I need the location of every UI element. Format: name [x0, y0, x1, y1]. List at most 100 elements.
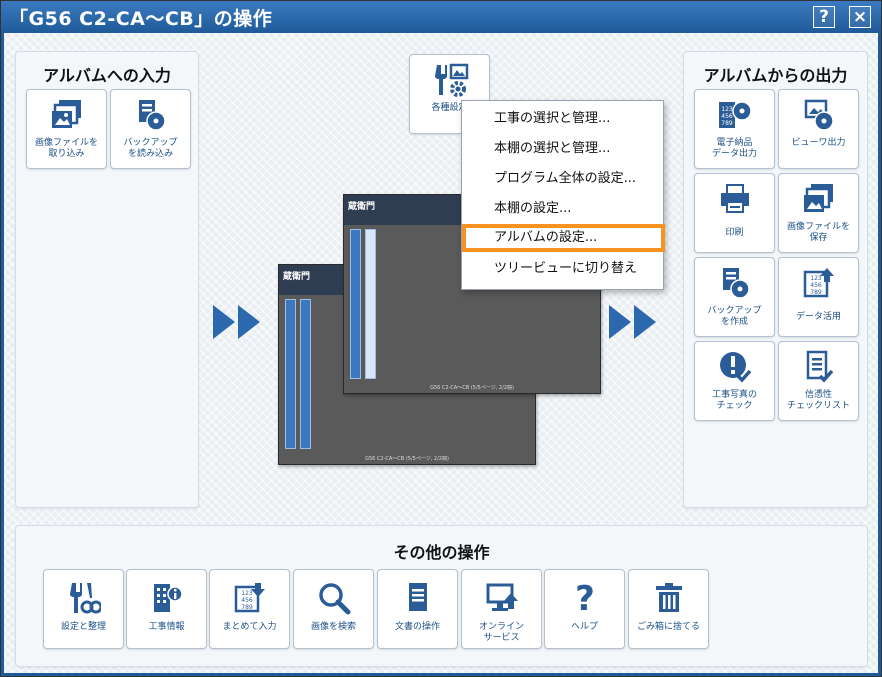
settings-organize-label: 設定と整理 — [60, 622, 106, 632]
album-output-panel: アルバムからの出力 123 456 789 電子納品 データ出力 ビューワ出力 印刷 — [683, 51, 868, 508]
arrow-right-icon — [238, 305, 260, 339]
other-operations-panel: その他の操作 設定と整理 工事情報 123 456 789 まとめて入力 画像を… — [15, 525, 868, 667]
preview-books — [350, 229, 376, 379]
window-title: 「G56 C2-CA～CB」の操作 — [9, 8, 273, 30]
checklist-button[interactable]: 信憑性 チェックリスト — [778, 341, 859, 421]
checklist-label: 信憑性 チェックリスト — [786, 390, 850, 411]
close-button[interactable]: × — [849, 6, 871, 28]
svg-text:789: 789 — [810, 289, 822, 296]
title-bar: 「G56 C2-CA～CB」の操作 ? × — [1, 1, 881, 33]
trash-label: ごみ箱に捨てる — [636, 622, 700, 632]
help-tile-label: ヘルプ — [570, 622, 598, 632]
svg-text:456: 456 — [241, 597, 253, 604]
client-area: アルバムへの入力 画像ファイルを 取り込み バックアップ を読み込み 各種設定 — [4, 33, 878, 673]
output-flow-arrow — [609, 305, 656, 339]
data-use-button[interactable]: 123 456 789 データ活用 — [778, 257, 859, 337]
photo-check-button[interactable]: 工事写真の チェック — [694, 341, 775, 421]
online-service-label: オンライン サービス — [478, 622, 524, 643]
image-search-label: 画像を検索 — [310, 622, 356, 632]
arrow-right-icon — [213, 305, 235, 339]
settings-context-menu: 工事の選択と管理... 本棚の選択と管理... プログラム全体の設定... 本棚… — [461, 100, 665, 290]
menu-item-construction-management[interactable]: 工事の選択と管理... — [462, 105, 663, 133]
menu-item-album-settings[interactable]: アルバムの設定... — [462, 224, 665, 252]
image-import-icon — [27, 96, 106, 134]
backup-restore-icon — [111, 96, 190, 134]
album-spine — [350, 229, 361, 379]
print-label: 印刷 — [725, 228, 744, 238]
tools-icon — [44, 578, 123, 618]
preview-logo: 蔵衛門 — [348, 202, 376, 212]
svg-text:789: 789 — [721, 120, 733, 127]
photo-check-icon — [695, 348, 774, 386]
document-icon — [378, 578, 457, 618]
album-spine — [285, 299, 296, 449]
menu-item-bookshelf-settings[interactable]: 本棚の設定... — [462, 195, 663, 223]
import-images-button[interactable]: 画像ファイルを 取り込み — [26, 89, 107, 169]
preview-logo: 蔵衛門 — [283, 272, 311, 282]
menu-item-bookshelf-management[interactable]: 本棚の選択と管理... — [462, 135, 663, 163]
construction-info-button[interactable]: 工事情報 — [126, 569, 207, 649]
preview-caption: G56 C2-CA～CB (5/5ページ, 2/2冊) — [430, 385, 514, 391]
load-backup-label: バックアップ を読み込み — [123, 138, 178, 159]
album-spine — [300, 299, 311, 449]
construction-info-label: 工事情報 — [148, 622, 185, 632]
album-spine — [365, 229, 376, 379]
input-flow-arrow — [213, 305, 260, 339]
trash-button[interactable]: ごみ箱に捨てる — [628, 569, 709, 649]
album-output-title: アルバムからの出力 — [703, 66, 848, 85]
viewer-output-icon — [779, 96, 858, 134]
svg-text:456: 456 — [810, 282, 822, 289]
image-save-icon — [779, 180, 858, 218]
construction-info-icon — [127, 578, 206, 618]
import-images-label: 画像ファイルを 取り込み — [34, 138, 98, 159]
svg-text:123: 123 — [241, 590, 253, 597]
svg-text:123: 123 — [721, 106, 733, 113]
settings-organize-button[interactable]: 設定と整理 — [43, 569, 124, 649]
svg-text:456: 456 — [721, 113, 733, 120]
dialog-window: 「G56 C2-CA～CB」の操作 ? × アルバムへの入力 画像ファイルを 取… — [0, 0, 882, 677]
data-use-label: データ活用 — [795, 312, 841, 322]
create-backup-label: バックアップ を作成 — [707, 306, 762, 327]
save-images-button[interactable]: 画像ファイルを 保存 — [778, 173, 859, 253]
help-icon: ? — [545, 578, 624, 618]
help-button[interactable]: ? — [813, 6, 835, 28]
arrow-right-icon — [609, 305, 631, 339]
bulk-input-icon: 123 456 789 — [210, 578, 289, 618]
other-operations-title: その他の操作 — [393, 543, 490, 562]
electronic-delivery-button[interactable]: 123 456 789 電子納品 データ出力 — [694, 89, 775, 169]
create-backup-button[interactable]: バックアップ を作成 — [694, 257, 775, 337]
printer-icon — [695, 180, 774, 218]
photo-check-label: 工事写真の チェック — [711, 390, 757, 411]
help-tile-button[interactable]: ? ヘルプ — [544, 569, 625, 649]
svg-text:?: ? — [575, 580, 595, 616]
bulk-input-button[interactable]: 123 456 789 まとめて入力 — [209, 569, 290, 649]
image-search-button[interactable]: 画像を検索 — [293, 569, 374, 649]
search-icon — [294, 578, 373, 618]
menu-item-program-settings[interactable]: プログラム全体の設定... — [462, 165, 663, 193]
viewer-output-button[interactable]: ビューワ出力 — [778, 89, 859, 169]
document-operations-button[interactable]: 文書の操作 — [377, 569, 458, 649]
album-input-title: アルバムへの入力 — [43, 66, 171, 85]
arrow-right-icon — [634, 305, 656, 339]
settings-icon — [410, 61, 489, 99]
backup-create-icon — [695, 264, 774, 302]
electronic-delivery-label: 電子納品 データ出力 — [711, 138, 757, 159]
data-use-icon: 123 456 789 — [779, 264, 858, 302]
svg-text:789: 789 — [241, 604, 253, 611]
electronic-delivery-icon: 123 456 789 — [695, 96, 774, 134]
trash-icon — [629, 578, 708, 618]
viewer-output-label: ビューワ出力 — [791, 138, 846, 148]
save-images-label: 画像ファイルを 保存 — [786, 222, 850, 243]
checklist-icon — [779, 348, 858, 386]
document-operations-label: 文書の操作 — [394, 622, 440, 632]
online-service-button[interactable]: オンライン サービス — [461, 569, 542, 649]
bulk-input-label: まとめて入力 — [222, 622, 277, 632]
preview-caption: G56 C2-CA～CB (5/5ページ, 2/2冊) — [365, 456, 449, 462]
preview-books — [285, 299, 311, 449]
load-backup-button[interactable]: バックアップ を読み込み — [110, 89, 191, 169]
album-input-panel: アルバムへの入力 画像ファイルを 取り込み バックアップ を読み込み — [15, 51, 199, 508]
online-service-icon — [462, 578, 541, 618]
svg-text:123: 123 — [810, 275, 822, 282]
print-button[interactable]: 印刷 — [694, 173, 775, 253]
menu-item-tree-view[interactable]: ツリービューに切り替え — [462, 255, 663, 283]
